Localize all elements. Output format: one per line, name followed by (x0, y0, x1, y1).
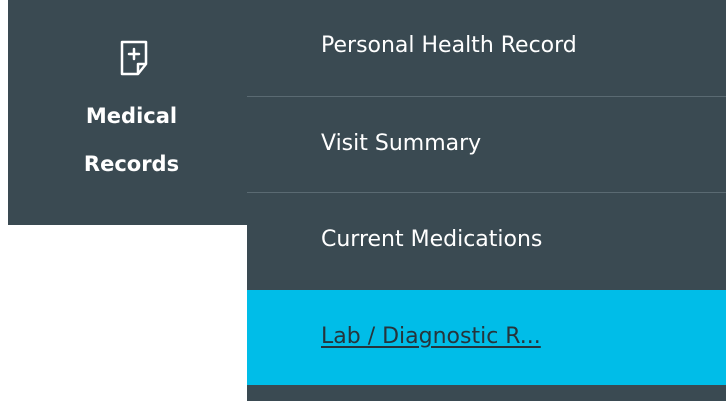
submenu-item-current-medications[interactable]: Current Medications (247, 193, 726, 290)
submenu-item-lab-diagnostic[interactable]: Lab / Diagnostic R... (247, 290, 726, 385)
nav-tile-label-line1: Medical (85, 104, 178, 128)
submenu-item-label: Visit Summary (321, 131, 482, 156)
submenu-item-label: Current Medications (321, 227, 543, 252)
nav-tile-label-line2: Records (83, 152, 180, 176)
submenu-item-label[interactable]: Lab / Diagnostic R... (321, 323, 541, 351)
app-canvas: Medical Records Personal Health Record V… (0, 0, 726, 401)
submenu-item-personal-health-record[interactable]: Personal Health Record (247, 0, 726, 96)
medical-records-submenu: Personal Health Record Visit Summary Cur… (247, 0, 726, 401)
nav-tile-medical-records[interactable]: Medical Records (8, 0, 255, 225)
submenu-item-label: Personal Health Record (321, 33, 577, 58)
add-note-icon (120, 40, 148, 76)
submenu-item-visit-summary[interactable]: Visit Summary (247, 97, 726, 192)
